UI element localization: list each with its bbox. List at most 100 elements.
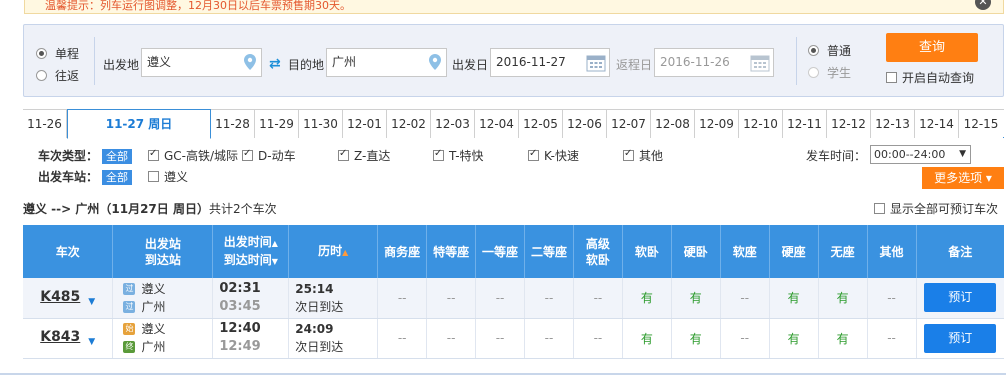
close-icon[interactable]: ✕ [975,0,991,10]
filter-other-label: 其他 [639,149,664,163]
checkbox-icon[interactable] [623,148,634,161]
date-tab[interactable]: 12-11 [783,110,827,138]
book-button[interactable]: 预订 [924,283,997,313]
show-all-label: 显示全部可预订车次 [890,202,999,216]
more-options-button[interactable]: 更多选项 ▾ [922,167,1004,189]
arrive-time: 03:45 [219,298,261,314]
date-tab[interactable]: 12-04 [475,110,519,138]
date-tab[interactable]: 12-01 [343,110,387,138]
date-tab[interactable]: 12-13 [871,110,915,138]
auto-query-option[interactable]: 开启自动查询 [886,69,974,86]
duration-cell: 25:14 次日到达 [288,278,379,319]
station-cell: 始遵义终广州 [112,318,214,359]
calendar-icon[interactable] [586,53,606,72]
table-row: K843 ▼ 始遵义终广州 12:40 12:49 24:09 次日到达 -- -- … [23,318,1004,359]
seat-hsoft: -- [573,318,623,359]
date-tab[interactable]: 12-14 [915,110,959,138]
checkbox-icon[interactable] [338,148,349,161]
station-filter: 出发车站： 全部 遵义 [38,168,338,185]
show-all-option[interactable]: 显示全部可预订车次 [874,200,998,217]
date-tab[interactable]: 12-03 [431,110,475,138]
date-tab[interactable]: 12-08 [651,110,695,138]
date-tab[interactable]: 12-12 [827,110,871,138]
table-row: K485 ▼ 过遵义过广州 02:31 03:45 25:14 次日到达 -- -- … [23,278,1004,319]
filter-k[interactable]: K-快速 [528,147,579,164]
train-number[interactable]: K485 [40,289,80,305]
return-date-input[interactable]: 2016-11-26 [654,48,774,77]
date-tab[interactable]: 12-07 [607,110,651,138]
time-select[interactable]: 00:00--24:00 ▼ [870,145,971,164]
filter-station[interactable]: 遵义 [148,168,188,185]
seat-business: -- [377,318,428,359]
date-tab-selected[interactable]: 11-27 周日 [67,109,211,139]
date-tab[interactable]: 11-26 [23,110,67,138]
col-softseat: 软座 [720,225,770,278]
seat-hardsleep: 有 [671,278,721,319]
date-tab[interactable]: 12-06 [563,110,607,138]
radio-icon[interactable] [808,66,819,78]
filter-t-label: T-特快 [449,149,484,163]
date-tab[interactable]: 11-28 [211,110,255,138]
book-button[interactable]: 预订 [924,323,997,353]
seat-special: -- [426,318,477,359]
seat-softsleep: 有 [622,278,672,319]
col-hsoft: 高级 软卧 [573,225,623,278]
all-stations-button[interactable]: 全部 [102,170,133,185]
checkbox-icon[interactable] [148,171,159,182]
checkbox-icon[interactable] [242,148,253,161]
checkbox-icon[interactable] [148,148,159,161]
date-tab[interactable]: 11-29 [255,110,299,138]
checkbox-icon[interactable] [433,148,444,161]
seat-softsleep: 有 [622,318,672,359]
radio-icon[interactable] [36,47,47,59]
col-station-b: 到达站 [144,252,181,267]
col-other: 其他 [867,225,917,278]
seat-other: -- [867,318,917,359]
radio-student-label: 学生 [827,65,852,80]
filter-other[interactable]: 其他 [623,147,663,164]
col-times[interactable]: 出发时间▲ 到达时间▼ [212,225,290,278]
radio-round[interactable]: 往返 [36,64,79,86]
date-tab[interactable]: 12-02 [387,110,431,138]
pass-station-icon: 过 [123,282,136,295]
date-tabs: 11-26 11-27 周日 11-28 11-29 11-30 12-01 1… [23,109,1004,139]
date-tab[interactable]: 12-09 [695,110,739,138]
calendar-icon[interactable] [750,53,770,72]
swap-icon[interactable]: ⇄ [269,57,281,71]
radio-icon[interactable] [36,69,47,81]
train-cell: K843 ▼ [23,318,114,359]
from-input[interactable]: 遵义 [141,48,262,77]
col-time-b: 到达时间 [223,252,272,267]
train-number[interactable]: K843 [40,329,80,345]
triangle-down-icon[interactable]: ▼ [88,337,95,347]
date-tab[interactable]: 12-10 [739,110,783,138]
col-duration[interactable]: 历时▲ [288,225,379,278]
filter-d[interactable]: D-动车 [242,147,296,164]
filter-z[interactable]: Z-直达 [338,147,390,164]
checkbox-icon[interactable] [528,148,539,161]
radio-single[interactable]: 单程 [36,42,79,64]
remark-cell: 预订 [916,318,1004,359]
date-tab[interactable]: 12-05 [519,110,563,138]
checkbox-icon[interactable] [886,72,897,83]
depart-date-input[interactable]: 2016-11-27 [490,48,610,77]
all-types-button[interactable]: 全部 [102,149,133,164]
auto-query-label: 开启自动查询 [902,71,975,85]
radio-icon[interactable] [808,44,819,56]
date-tab[interactable]: 12-15 [959,110,1003,138]
col-stations: 出发站 到达站 [112,225,214,278]
sort-down-icon: ▼ [271,256,278,266]
to-input[interactable]: 广州 [326,48,447,77]
date-tab[interactable]: 11-30 [299,110,343,138]
caret-down-icon: ▾ [985,171,992,185]
count-text: 共计2个车次 [208,202,277,216]
checkbox-icon[interactable] [874,203,885,214]
radio-student[interactable]: 学生 [808,61,851,83]
triangle-down-icon[interactable]: ▼ [88,297,95,307]
filter-t[interactable]: T-特快 [433,147,484,164]
filter-gc[interactable]: GC-高铁/城际 [148,147,238,164]
route-text: 遵义 --> 广州（11月27日 周日） [23,202,209,216]
filter-z-label: Z-直达 [354,149,391,163]
radio-normal[interactable]: 普通 [808,39,851,61]
query-button[interactable]: 查询 [886,33,978,62]
